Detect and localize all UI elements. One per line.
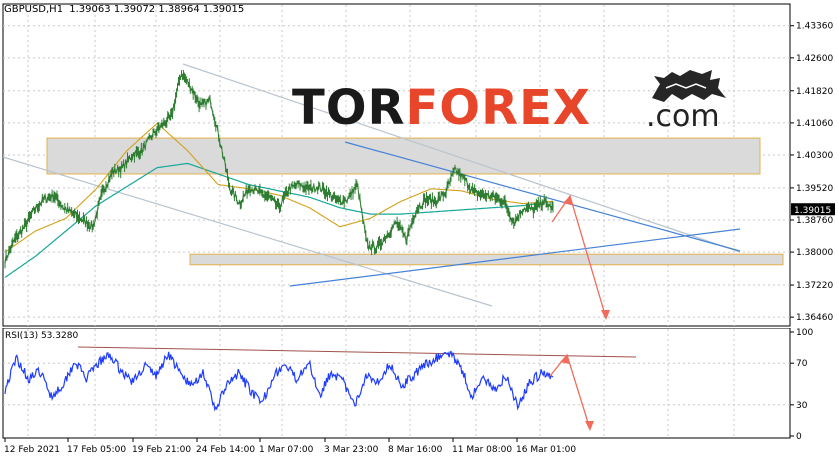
high-value: 1.39072 (113, 4, 156, 15)
resistance-zone (46, 137, 761, 175)
x-tick-label: 1 Mar 07:00 (259, 445, 314, 455)
rsi-y-tick-label: 30 (796, 401, 808, 411)
y-tick-label: 1.41820 (796, 87, 833, 97)
x-tick-label: 8 Mar 16:00 (388, 445, 443, 455)
chart-header: GBPUSD,H1 1.39063 1.39072 1.38964 1.3901… (4, 4, 244, 15)
y-tick-label: 1.40300 (796, 151, 833, 161)
support-zone (189, 253, 784, 266)
rsi-y-tick-label: 100 (796, 328, 813, 338)
rsi-chart-svg: 100 70 30 0 12 Feb 2021 17 Feb 05:00 19 Feb 21… (2, 328, 813, 455)
y-tick-label: 1.41060 (796, 119, 833, 129)
rsi-plot-area (2, 328, 791, 439)
rsi-y-tick-label: 0 (796, 432, 802, 442)
y-tick-label: 1.38760 (796, 216, 833, 226)
y-tick-label: 1.42600 (796, 54, 833, 64)
price-chart-panel[interactable]: GBPUSD,H1 1.39063 1.39072 1.38964 1.3901… (0, 0, 838, 328)
instrument-label: GBPUSD,H1 (4, 4, 64, 15)
y-tick-label: 1.37220 (796, 281, 833, 291)
y-tick-label: 1.36460 (796, 313, 833, 323)
rsi-panel[interactable]: RSI(13) 53.3280 100 70 30 0 12 Feb 2021 17 Fe… (0, 328, 838, 458)
open-value: 1.39063 (69, 4, 111, 15)
low-value: 1.38964 (158, 4, 200, 15)
x-tick-label: 24 Feb 14:00 (196, 445, 255, 455)
brand-tor: TOR (292, 80, 406, 136)
rsi-label: RSI(13) 53.3280 (5, 331, 79, 341)
price-chart-svg: 1.43360 1.42600 1.41820 1.41060 1.40300 1.395… (2, 3, 835, 327)
y-tick-label: 1.43360 (796, 22, 833, 32)
x-tick-label: 17 Feb 05:00 (67, 445, 126, 455)
x-tick-label: 19 Feb 21:00 (132, 445, 191, 455)
brand-forex: FOREX (405, 80, 591, 136)
y-tick-label: 1.38000 (796, 248, 833, 258)
y-tick-label: 1.39520 (796, 184, 833, 194)
close-value: 1.39015 (202, 4, 245, 15)
rsi-y-tick-label: 70 (796, 359, 808, 369)
current-price-label: 1.39015 (794, 206, 831, 216)
bull-icon (652, 70, 726, 102)
brand-logo: TORFOREX (292, 80, 591, 136)
x-tick-label: 12 Feb 2021 (4, 445, 60, 455)
x-tick-label: 16 Mar 01:00 (516, 445, 576, 455)
x-tick-label: 3 Mar 23:00 (324, 445, 379, 455)
x-tick-label: 11 Mar 08:00 (452, 445, 512, 455)
